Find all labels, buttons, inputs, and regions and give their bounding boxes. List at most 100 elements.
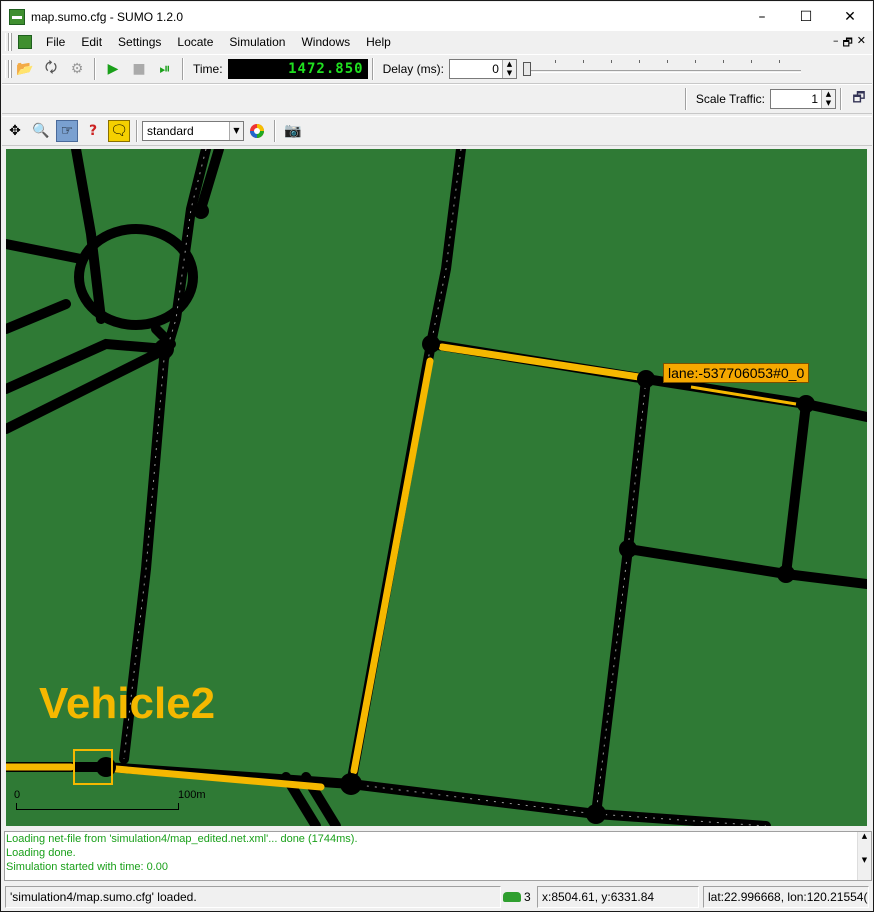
status-bar: 'simulation4/map.sumo.cfg' loaded. 3 x:8… (2, 883, 872, 911)
slider-tick (694, 60, 696, 63)
slider-tick (778, 60, 780, 63)
run-icon[interactable]: ▶ (102, 58, 124, 80)
road (781, 399, 811, 579)
log-scrollbar[interactable]: ▲ ▼ (857, 832, 871, 880)
separator (136, 120, 138, 142)
tooltip-icon[interactable]: 🗨 (108, 120, 130, 142)
road (591, 374, 651, 819)
document-icon[interactable] (18, 35, 32, 49)
scheme-select[interactable]: standard ▼ (142, 121, 244, 141)
road (6, 349, 161, 434)
car-icon (503, 892, 521, 902)
spinner-arrows-icon[interactable]: ▲ ▼ (501, 60, 516, 78)
log-line: Loading done. (6, 847, 76, 859)
vehicle-annotation: Vehicle2 (39, 679, 216, 728)
delay-slider[interactable] (521, 58, 805, 80)
highlighted-lane (350, 357, 434, 775)
menu-file[interactable]: File (38, 35, 73, 49)
sumo-app-icon (9, 8, 25, 25)
junction (193, 203, 209, 219)
road (346, 779, 771, 826)
mdi-restore-button[interactable]: 🗗 (842, 34, 852, 53)
menu-locate[interactable]: Locate (169, 35, 221, 49)
junction (154, 339, 174, 359)
junction (777, 565, 795, 583)
mdi-close-button[interactable]: ✕ (857, 34, 866, 53)
reload-icon[interactable]: 🗘 (40, 58, 62, 80)
toolbar-grip[interactable] (5, 60, 9, 78)
junction (586, 804, 606, 824)
scale-traffic-label: Scale Traffic: (695, 92, 765, 106)
recenter-icon[interactable]: ✥ (4, 120, 26, 142)
search-icon[interactable]: 🔍 (30, 120, 52, 142)
lane-tooltip: lane:-537706053#0_0 (663, 363, 810, 383)
scheme-value[interactable]: standard (147, 124, 194, 138)
junction (422, 335, 440, 353)
scale-start-label: 0 (14, 789, 21, 801)
locate-icon[interactable]: ☞ (56, 120, 78, 142)
log-line: Simulation started with time: 0.00 (6, 861, 169, 873)
vehicle-count-cell: 3 (501, 886, 537, 908)
color-wheel-icon[interactable] (246, 120, 268, 142)
time-display: 1472.850 (227, 59, 368, 79)
chevron-down-icon[interactable]: ▼ (229, 122, 243, 140)
slider-tick (610, 60, 612, 63)
vehicle-highlight-box[interactable] (73, 749, 113, 785)
coordinates-cell: x:8504.61, y:6331.84 (537, 886, 699, 908)
camera-icon[interactable]: 📷 (282, 120, 304, 142)
window-controls: – ☐ ✕ (740, 2, 872, 31)
close-sim-icon[interactable]: ⚙ (66, 58, 88, 80)
message-log[interactable]: Loading net-file from 'simulation4/map_e… (4, 831, 872, 881)
scale-end-label: 100m (178, 789, 206, 801)
minimize-button[interactable]: – (740, 2, 784, 31)
menu-windows[interactable]: Windows (293, 35, 358, 49)
road (623, 544, 867, 589)
help-icon[interactable]: ? (82, 120, 104, 142)
menu-edit[interactable]: Edit (73, 35, 110, 49)
separator (94, 58, 96, 80)
log-line: Loading net-file from 'simulation4/map_e… (6, 833, 358, 845)
scale-line (16, 809, 178, 810)
new-view-icon[interactable]: 🗗 (848, 88, 870, 110)
junction (340, 773, 362, 795)
junction (619, 540, 637, 558)
vehicle-count: 3 (524, 890, 531, 904)
close-button[interactable]: ✕ (828, 2, 872, 31)
slider-track[interactable] (524, 70, 801, 73)
delay-value[interactable]: 0 (450, 62, 502, 76)
status-message: 'simulation4/map.sumo.cfg' loaded. (5, 886, 501, 908)
scale-traffic-value[interactable]: 1 (771, 92, 821, 106)
scale-toolbar: Scale Traffic: 1 ▲ ▼ 🗗 (2, 84, 872, 114)
step-icon[interactable]: ⏯ (154, 58, 176, 80)
open-folder-icon[interactable]: 📂 (14, 58, 36, 80)
map-canvas[interactable]: lane:-537706053#0_0 Vehicle2 0 100m (6, 149, 867, 826)
menu-help[interactable]: Help (358, 35, 399, 49)
maximize-button[interactable]: ☐ (784, 2, 828, 31)
scale-traffic-spinner[interactable]: 1 ▲ ▼ (770, 89, 836, 109)
separator (182, 58, 184, 80)
mdi-minimize-button[interactable]: – (833, 34, 839, 53)
time-label: Time: (193, 62, 223, 76)
delay-spinner[interactable]: 0 ▲ ▼ (448, 59, 517, 79)
highlighted-lane (438, 343, 643, 381)
menu-settings[interactable]: Settings (110, 35, 169, 49)
separator (274, 120, 276, 142)
menu-grip[interactable] (5, 33, 9, 51)
sumo-window: map.sumo.cfg - SUMO 1.2.0 – ☐ ✕ File Edi… (0, 0, 874, 912)
junction (797, 395, 815, 413)
slider-tick (554, 60, 556, 63)
junction (637, 370, 655, 388)
slider-thumb[interactable] (522, 62, 531, 76)
stop-icon[interactable]: ■ (128, 58, 150, 80)
menu-simulation[interactable]: Simulation (221, 35, 293, 49)
separator (371, 58, 374, 80)
slider-tick (750, 60, 752, 63)
scale-bar: 0 100m (14, 789, 206, 817)
road (6, 299, 71, 334)
spinner-arrows-icon[interactable]: ▲ ▼ (821, 90, 835, 108)
slider-tick (722, 60, 724, 63)
mdi-controls: – 🗗 ✕ (833, 34, 866, 53)
separator (840, 88, 842, 110)
slider-tick (666, 60, 668, 63)
delay-label: Delay (ms): (382, 62, 444, 76)
